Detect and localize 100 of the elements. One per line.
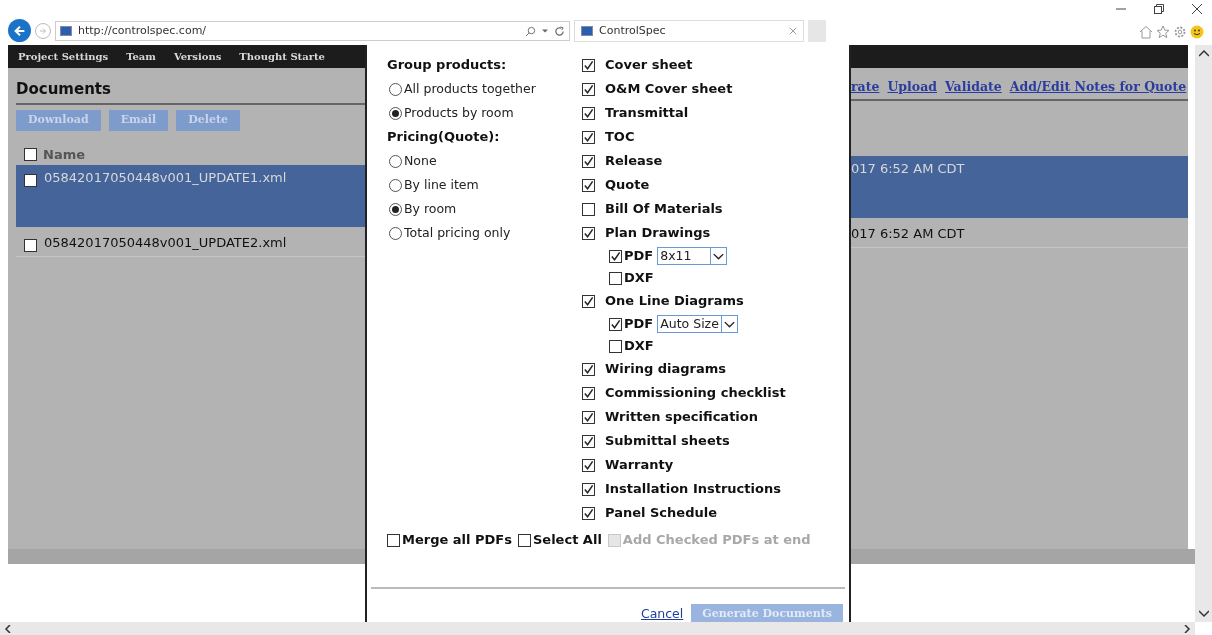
checkbox[interactable] bbox=[582, 202, 595, 216]
restore-icon[interactable] bbox=[1154, 4, 1164, 14]
radio-button[interactable] bbox=[389, 178, 402, 192]
checkbox[interactable] bbox=[582, 294, 595, 308]
checkbox[interactable] bbox=[609, 271, 622, 285]
url-text: http://controlspec.com/ bbox=[78, 22, 208, 39]
action-link[interactable]: Add/Edit Notes for Quote bbox=[1009, 78, 1187, 97]
radio-button[interactable] bbox=[389, 154, 402, 168]
chevron-up-icon[interactable] bbox=[1198, 49, 1209, 57]
action-link[interactable]: rate bbox=[851, 78, 880, 97]
nav-link[interactable]: Team bbox=[126, 49, 156, 64]
checkbox[interactable] bbox=[582, 130, 595, 144]
checkbox[interactable] bbox=[582, 434, 595, 448]
checkbox[interactable] bbox=[582, 482, 595, 496]
document-label: TOC bbox=[605, 128, 635, 147]
radio-button[interactable] bbox=[389, 82, 402, 96]
checkbox[interactable] bbox=[24, 238, 37, 252]
format-label: PDF bbox=[624, 247, 654, 266]
checkbox[interactable] bbox=[609, 317, 622, 331]
action-link[interactable]: Validate bbox=[945, 78, 1002, 97]
document-label: Bill Of Materials bbox=[605, 200, 723, 219]
document-label: Cover sheet bbox=[605, 56, 693, 75]
checkbox[interactable] bbox=[582, 506, 595, 520]
format-label: DXF bbox=[624, 337, 654, 356]
radio-button[interactable] bbox=[389, 202, 402, 216]
tab-title: ControlSpec bbox=[599, 22, 667, 39]
nav-link[interactable]: Project Settings bbox=[18, 49, 109, 64]
document-label: Wiring diagrams bbox=[605, 360, 727, 379]
radio-button[interactable] bbox=[389, 106, 402, 120]
refresh-icon[interactable] bbox=[554, 25, 565, 37]
search-icon[interactable] bbox=[525, 25, 536, 37]
file-row[interactable]: 05842017050448v001_UPDATE2.xml bbox=[16, 226, 365, 257]
chevron-down-icon[interactable] bbox=[1198, 610, 1209, 618]
checkbox[interactable] bbox=[582, 58, 595, 72]
cancel-link[interactable]: Cancel bbox=[640, 605, 684, 624]
dropdown-icon[interactable] bbox=[542, 28, 548, 34]
page-title: Documents bbox=[16, 80, 111, 98]
chevron-down-icon[interactable] bbox=[710, 248, 727, 264]
radio-label: By line item bbox=[404, 175, 479, 194]
document-label: Release bbox=[605, 152, 663, 171]
radio-label: By room bbox=[404, 199, 457, 218]
document-label: Quote bbox=[605, 176, 650, 195]
chevron-left-icon[interactable] bbox=[4, 624, 12, 633]
checkbox[interactable] bbox=[582, 82, 595, 96]
checkbox[interactable] bbox=[582, 410, 595, 424]
arrow-left-icon bbox=[12, 23, 27, 38]
browser-tab[interactable]: ControlSpec bbox=[574, 20, 804, 42]
size-value: Auto Size bbox=[660, 314, 720, 333]
size-dropdown[interactable]: 8x11 bbox=[657, 247, 728, 265]
file-name: 05842017050448v001_UPDATE2.xml bbox=[44, 233, 287, 252]
file-row[interactable]: 017 6:52 AM CDT bbox=[851, 217, 1188, 248]
size-dropdown[interactable]: Auto Size bbox=[657, 315, 738, 333]
radio-label: Total pricing only bbox=[404, 223, 511, 242]
checkbox[interactable] bbox=[517, 533, 531, 547]
file-row[interactable]: 05842017050448v001_UPDATE1.xml bbox=[16, 164, 365, 227]
close-icon[interactable] bbox=[1192, 4, 1202, 14]
option-label: Select All bbox=[532, 531, 602, 550]
modified-date: 017 6:52 AM CDT bbox=[851, 159, 965, 178]
checkbox[interactable] bbox=[387, 533, 400, 547]
back-button[interactable] bbox=[8, 19, 31, 42]
checkbox[interactable] bbox=[24, 148, 37, 162]
chevron-down-icon[interactable] bbox=[720, 316, 737, 332]
format-label: DXF bbox=[624, 269, 654, 288]
document-label: O&M Cover sheet bbox=[605, 80, 733, 99]
option-label: Add Checked PDFs at end bbox=[622, 531, 811, 550]
chevron-right-icon[interactable] bbox=[1183, 624, 1191, 633]
document-label: Written specification bbox=[605, 408, 758, 427]
size-value: 8x11 bbox=[660, 246, 693, 265]
radio-button[interactable] bbox=[389, 226, 402, 240]
star-icon[interactable] bbox=[1156, 25, 1170, 39]
checkbox[interactable] bbox=[582, 178, 595, 192]
arrow-right-icon bbox=[38, 26, 48, 36]
checkbox[interactable] bbox=[582, 362, 595, 376]
checkbox[interactable] bbox=[582, 154, 595, 168]
radio-label: Products by room bbox=[404, 103, 514, 122]
group-label: Pricing(Quote): bbox=[387, 128, 501, 147]
checkbox[interactable] bbox=[582, 386, 595, 400]
checkbox[interactable] bbox=[24, 173, 37, 187]
file-row[interactable]: 017 6:52 AM CDT bbox=[851, 155, 1188, 218]
checkbox[interactable] bbox=[609, 339, 622, 353]
document-label: Warranty bbox=[605, 456, 674, 475]
checkbox[interactable] bbox=[582, 458, 595, 472]
document-label: Installation Instructions bbox=[605, 480, 781, 499]
document-label: Plan Drawings bbox=[605, 224, 711, 243]
document-label: Submittal sheets bbox=[605, 432, 730, 451]
nav-link[interactable]: Versions bbox=[173, 49, 222, 64]
checkbox[interactable] bbox=[609, 249, 622, 263]
checkbox[interactable] bbox=[582, 226, 595, 240]
site-icon bbox=[581, 26, 593, 36]
smiley-icon[interactable] bbox=[1190, 25, 1204, 39]
document-label: Commissioning checklist bbox=[605, 384, 786, 403]
document-label: Panel Schedule bbox=[605, 504, 717, 523]
address-bar[interactable]: http://controlspec.com/ bbox=[55, 21, 570, 41]
group-label: Group products: bbox=[387, 56, 508, 75]
nav-link[interactable]: Thought Starte bbox=[239, 49, 325, 64]
action-link[interactable]: Upload bbox=[887, 78, 937, 97]
column-header: Name bbox=[43, 146, 85, 164]
checkbox[interactable] bbox=[582, 106, 595, 120]
modified-date: 017 6:52 AM CDT bbox=[851, 224, 965, 243]
document-label: Transmittal bbox=[605, 104, 689, 123]
